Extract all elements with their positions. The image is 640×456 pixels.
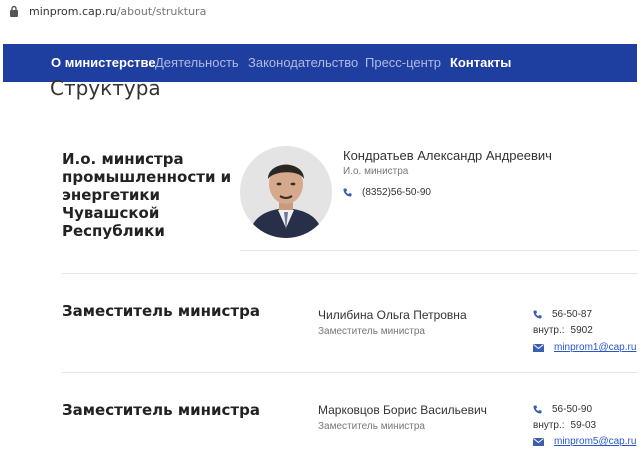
page-title: Структура: [50, 76, 161, 100]
section-title-line: Республики: [62, 222, 165, 240]
person-name: Кондратьев Александр Андреевич: [343, 148, 552, 163]
phone-number[interactable]: (8352)56-50-90: [362, 187, 431, 198]
section-title-line: промышленности и: [62, 168, 232, 186]
phone-number[interactable]: 56-50-90: [552, 404, 592, 415]
extension-number: 59-03: [570, 420, 597, 431]
url-text[interactable]: minprom.cap.ru/about/struktura: [29, 5, 206, 18]
nav-item-about[interactable]: О министерстве: [51, 55, 156, 70]
email-line: minprom1@cap.ru: [533, 342, 636, 353]
extension-label: внутр.:: [533, 420, 565, 431]
person-role: Заместитель министра: [318, 421, 425, 432]
divider: [62, 372, 638, 373]
person-role: И.о. министра: [343, 166, 409, 177]
person-name: Марковцов Борис Васильевич: [318, 403, 487, 417]
extension-line: внутр.: 5902: [533, 325, 593, 336]
person-name: Чилибина Ольга Петровна: [318, 308, 467, 322]
person-portrait: [240, 146, 332, 238]
nav-item-legislation[interactable]: Законодательство: [248, 55, 358, 70]
phone-icon: [533, 405, 542, 414]
divider: [62, 273, 638, 274]
section-title-line: И.о. министра: [62, 150, 184, 168]
section-title-acting-minister: И.о. министра промышленности и энергетик…: [62, 150, 242, 240]
phone-line: (8352)56-50-90: [343, 187, 431, 198]
url-domain: minprom.cap.ru: [29, 5, 117, 18]
lock-icon: [10, 5, 18, 17]
person-role: Заместитель министра: [318, 326, 425, 337]
avatar-photo[interactable]: [240, 146, 332, 238]
mail-icon: [533, 343, 544, 352]
section-title-deputy-minister: Заместитель министра: [62, 302, 260, 320]
nav-item-contacts[interactable]: Контакты: [450, 55, 511, 70]
phone-line: 56-50-90: [533, 404, 592, 415]
section-title-deputy-minister: Заместитель министра: [62, 401, 260, 419]
extension-label: внутр.:: [533, 325, 565, 336]
phone-line: 56-50-87: [533, 309, 592, 320]
email-line: minprom5@cap.ru: [533, 436, 636, 447]
email-link[interactable]: minprom5@cap.ru: [554, 436, 636, 447]
phone-icon: [533, 310, 542, 319]
nav-item-activity[interactable]: Деятельность: [155, 55, 239, 70]
phone-number[interactable]: 56-50-87: [552, 309, 592, 320]
nav-item-press-center[interactable]: Пресс-центр: [365, 55, 441, 70]
section-title-line: энергетики Чувашской: [62, 186, 161, 222]
url-path: /about/struktura: [116, 5, 207, 18]
extension-number: 5902: [570, 325, 593, 336]
email-link[interactable]: minprom1@cap.ru: [554, 342, 636, 353]
browser-address-bar[interactable]: minprom.cap.ru/about/struktura: [0, 0, 640, 26]
phone-icon: [343, 188, 352, 197]
extension-line: внутр.: 59-03: [533, 420, 596, 431]
divider: [240, 250, 638, 251]
mail-icon: [533, 437, 544, 446]
